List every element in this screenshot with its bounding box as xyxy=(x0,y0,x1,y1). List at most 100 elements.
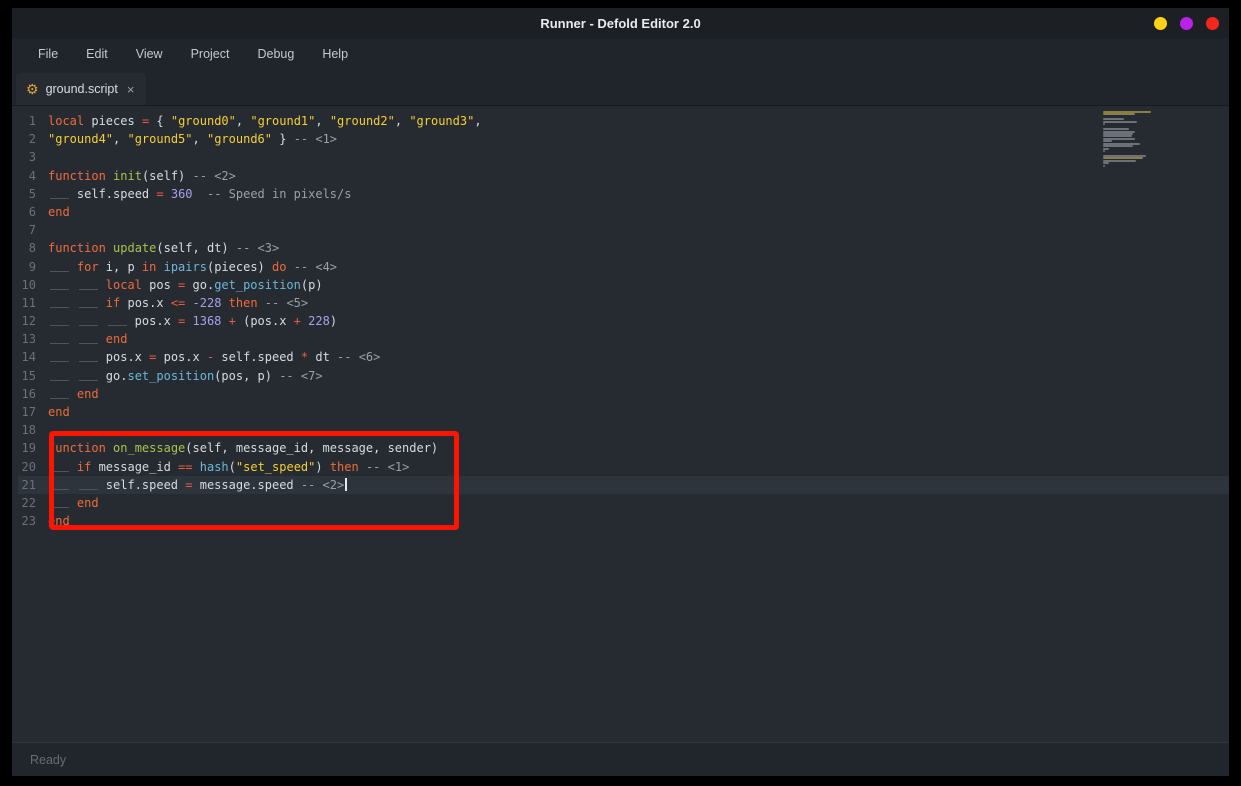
menu-item-edit[interactable]: Edit xyxy=(72,38,122,70)
code-token: end xyxy=(48,514,70,528)
code-line[interactable]: 2"ground4", "ground5", "ground6" } -- <1… xyxy=(18,130,1229,148)
code-text: pos.x = 1368 + (pos.x + 228) xyxy=(48,312,337,330)
code-token: local xyxy=(48,114,91,128)
tab-ground-script[interactable]: ⚙ ground.script × xyxy=(16,73,146,105)
code-line[interactable]: 19function on_message(self, message_id, … xyxy=(18,439,1229,457)
code-token: on_message xyxy=(113,441,185,455)
code-line[interactable]: 6end xyxy=(18,203,1229,221)
code-token: = xyxy=(185,478,192,492)
menu-item-project[interactable]: Project xyxy=(177,38,244,70)
tab-close-icon[interactable]: × xyxy=(127,82,135,97)
line-number: 1 xyxy=(18,112,48,130)
code-token: end xyxy=(77,496,99,510)
window-control-close[interactable] xyxy=(1206,17,1219,30)
code-token: "ground5" xyxy=(127,132,192,146)
code-line[interactable]: 16end xyxy=(18,385,1229,403)
window-control-minimize[interactable] xyxy=(1154,17,1167,30)
code-token xyxy=(193,460,200,474)
menu-item-debug[interactable]: Debug xyxy=(243,38,308,70)
line-number: 2 xyxy=(18,130,48,148)
code-token: 228 xyxy=(308,314,330,328)
code-line[interactable]: 18 xyxy=(18,421,1229,439)
code-token: message_id xyxy=(99,460,178,474)
code-token: pos.x xyxy=(106,350,149,364)
tab-bar: ⚙ ground.script × xyxy=(12,70,1229,106)
code-token: end xyxy=(48,405,70,419)
code-text: function on_message(self, message_id, me… xyxy=(48,439,438,457)
code-token: ( xyxy=(229,460,236,474)
code-line[interactable]: 20if message_id == hash("set_speed") the… xyxy=(18,458,1229,476)
code-text: local pos = go.get_position(p) xyxy=(48,276,323,294)
code-token: self.speed xyxy=(106,478,185,492)
code-token: = xyxy=(156,187,163,201)
code-line[interactable]: 8function update(self, dt) -- <3> xyxy=(18,239,1229,257)
code-token: pos xyxy=(149,278,178,292)
code-line[interactable]: 4function init(self) -- <2> xyxy=(18,167,1229,185)
code-token: if xyxy=(106,296,128,310)
minimap[interactable] xyxy=(1103,111,1163,167)
code-line[interactable]: 23end xyxy=(18,512,1229,530)
code-line[interactable]: 13end xyxy=(18,330,1229,348)
code-lines: 1local pieces = { "ground0", "ground1", … xyxy=(12,106,1229,530)
code-token: update xyxy=(113,241,156,255)
code-token: get_position xyxy=(214,278,301,292)
code-text: go.set_position(pos, p) -- <7> xyxy=(48,367,323,385)
code-line[interactable]: 11if pos.x <= -228 then -- <5> xyxy=(18,294,1229,312)
window-control-maximize[interactable] xyxy=(1180,17,1193,30)
code-token xyxy=(221,314,228,328)
code-token: pos.x xyxy=(156,350,207,364)
editor-window: Runner - Defold Editor 2.0 FileEditViewP… xyxy=(12,8,1229,776)
code-token: ) xyxy=(330,314,337,328)
code-token: then xyxy=(229,296,265,310)
code-token: pos.x xyxy=(127,296,170,310)
code-line[interactable]: 17end xyxy=(18,403,1229,421)
tab-label: ground.script xyxy=(46,82,118,96)
code-token: dt xyxy=(308,350,337,364)
code-token: (self, dt) xyxy=(156,241,235,255)
code-line[interactable]: 21self.speed = message.speed -- <2> xyxy=(18,476,1229,494)
code-line[interactable]: 7 xyxy=(18,221,1229,239)
code-line[interactable]: 10local pos = go.get_position(p) xyxy=(18,276,1229,294)
code-text: end xyxy=(48,512,70,530)
code-token: , xyxy=(193,132,207,146)
minimap-line xyxy=(1103,162,1109,164)
line-number: 23 xyxy=(18,512,48,530)
code-token: i, p xyxy=(106,260,142,274)
code-text: self.speed = 360 -- Speed in pixels/s xyxy=(48,185,351,203)
code-token: "ground0" xyxy=(171,114,236,128)
menu-item-help[interactable]: Help xyxy=(308,38,362,70)
window-title: Runner - Defold Editor 2.0 xyxy=(540,16,700,31)
line-number: 5 xyxy=(18,185,48,203)
window-controls xyxy=(1154,8,1219,38)
minimap-line xyxy=(1103,113,1135,115)
code-line[interactable]: 22end xyxy=(18,494,1229,512)
code-text: end xyxy=(48,385,99,403)
code-token: init xyxy=(113,169,142,183)
code-token: end xyxy=(106,332,128,346)
code-line[interactable]: 15go.set_position(pos, p) -- <7> xyxy=(18,367,1229,385)
code-line[interactable]: 3 xyxy=(18,148,1229,166)
code-token xyxy=(221,296,228,310)
menu-item-view[interactable]: View xyxy=(122,38,177,70)
code-line[interactable]: 5self.speed = 360 -- Speed in pixels/s xyxy=(18,185,1229,203)
code-token: -- <4> xyxy=(294,260,337,274)
code-token: function xyxy=(48,241,113,255)
code-line[interactable]: 1local pieces = { "ground0", "ground1", … xyxy=(18,112,1229,130)
minimap-line xyxy=(1103,140,1112,142)
code-line[interactable]: 14pos.x = pos.x - self.speed * dt -- <6> xyxy=(18,348,1229,366)
code-token: -- Speed in pixels/s xyxy=(207,187,352,201)
code-editor[interactable]: 1local pieces = { "ground0", "ground1", … xyxy=(12,106,1229,742)
menu-item-file[interactable]: File xyxy=(24,38,72,70)
code-token: function xyxy=(48,169,113,183)
code-text: end xyxy=(48,203,70,221)
status-text: Ready xyxy=(30,753,66,767)
code-token: (self, message_id, message, sender) xyxy=(185,441,438,455)
line-number: 8 xyxy=(18,239,48,257)
code-token: (p) xyxy=(301,278,323,292)
code-line[interactable]: 12pos.x = 1368 + (pos.x + 228) xyxy=(18,312,1229,330)
code-text: "ground4", "ground5", "ground6" } -- <1> xyxy=(48,130,337,148)
line-number: 19 xyxy=(18,439,48,457)
code-token xyxy=(185,314,192,328)
code-line[interactable]: 9for i, p in ipairs(pieces) do -- <4> xyxy=(18,258,1229,276)
code-token: self.speed xyxy=(214,350,301,364)
